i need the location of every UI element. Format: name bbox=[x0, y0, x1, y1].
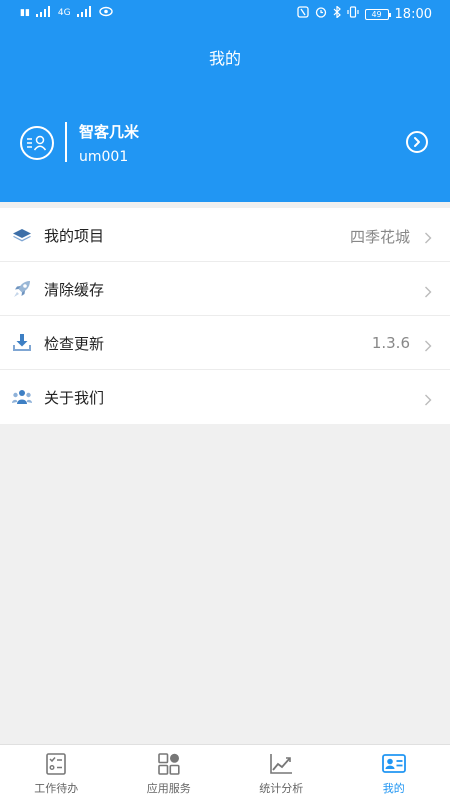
bluetooth-icon bbox=[333, 5, 341, 22]
profile-divider bbox=[65, 122, 67, 162]
alarm-icon bbox=[315, 6, 327, 22]
clock: 18:00 bbox=[394, 6, 432, 22]
battery-icon: 49 bbox=[364, 8, 391, 20]
layers-icon bbox=[12, 225, 32, 245]
user-name: 智客几米 bbox=[79, 123, 140, 141]
header: ▮▮ 4G 49 18:00 我的 智客几米 um001 bbox=[0, 0, 450, 202]
tab-label: 工作待办 bbox=[34, 782, 79, 795]
user-id: um001 bbox=[79, 149, 129, 165]
checklist-icon bbox=[44, 753, 68, 775]
status-right: 49 18:00 bbox=[296, 5, 432, 22]
menu-item-check-update[interactable]: 检查更新 1.3.6 bbox=[0, 316, 450, 370]
avatar-icon bbox=[20, 126, 54, 160]
menu-item-my-project[interactable]: 我的项目 四季花城 bbox=[0, 208, 450, 262]
status-bar: ▮▮ 4G 49 18:00 bbox=[0, 0, 450, 30]
menu-label: 关于我们 bbox=[44, 389, 105, 407]
nfc-icon bbox=[296, 6, 309, 22]
chevron-right-icon bbox=[424, 391, 432, 406]
menu-item-about-us[interactable]: 关于我们 bbox=[0, 370, 450, 424]
menu-value: 1.3.6 bbox=[371, 334, 410, 352]
signal-icon-2 bbox=[76, 6, 93, 21]
team-icon bbox=[12, 387, 32, 407]
vibrate-icon bbox=[346, 6, 359, 22]
menu-label: 检查更新 bbox=[44, 335, 105, 353]
menu-item-clear-cache[interactable]: 清除缓存 bbox=[0, 262, 450, 316]
chevron-right-icon bbox=[424, 229, 432, 244]
tab-label: 统计分析 bbox=[259, 782, 304, 795]
menu-label: 清除缓存 bbox=[44, 281, 105, 299]
id-card-icon bbox=[381, 753, 406, 775]
rocket-icon bbox=[12, 279, 32, 299]
tab-mine[interactable]: 我的 bbox=[338, 745, 450, 800]
settings-menu: 我的项目 四季花城 清除缓存 检查更新 1.3.6 关于我们 bbox=[0, 208, 450, 424]
chevron-right-circle-icon[interactable] bbox=[406, 131, 428, 153]
bottom-tab-bar: 工作待办 应用服务 统计分析 我的 bbox=[0, 744, 450, 800]
network-type: 4G bbox=[57, 8, 71, 18]
menu-value: 四季花城 bbox=[349, 228, 410, 246]
tab-label: 我的 bbox=[382, 782, 405, 795]
chart-icon bbox=[269, 753, 293, 775]
chevron-right-icon bbox=[424, 283, 432, 298]
page-title: 我的 bbox=[208, 49, 241, 68]
eye-icon bbox=[98, 6, 113, 21]
download-icon bbox=[12, 333, 32, 353]
signal-icon bbox=[35, 6, 52, 21]
tab-app-services[interactable]: 应用服务 bbox=[113, 745, 226, 800]
grid-icon bbox=[157, 753, 181, 775]
menu-label: 我的项目 bbox=[44, 227, 105, 245]
tab-statistics[interactable]: 统计分析 bbox=[225, 745, 338, 800]
tab-label: 应用服务 bbox=[146, 782, 191, 795]
status-left: ▮▮ 4G bbox=[20, 6, 113, 21]
sim-icon: ▮▮ bbox=[20, 8, 30, 18]
profile-card[interactable]: 智客几米 um001 bbox=[0, 118, 450, 168]
tab-work-todo[interactable]: 工作待办 bbox=[0, 745, 113, 800]
chevron-right-icon bbox=[424, 337, 432, 352]
